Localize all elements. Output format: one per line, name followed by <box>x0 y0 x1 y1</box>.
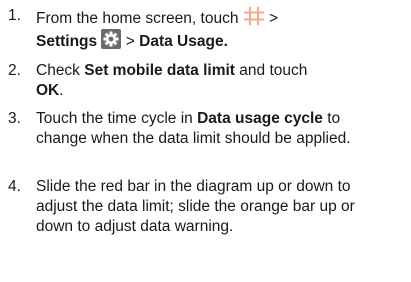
separator: > <box>125 33 135 50</box>
step-text: Touch the time cycle in Data usage cycle… <box>36 109 384 149</box>
step-number: 4. <box>8 178 21 195</box>
apps-grid-icon <box>243 6 265 26</box>
step-number: 3. <box>8 110 21 127</box>
step-number: 2. <box>8 62 21 79</box>
step-1-intro: From the home screen, touch <box>36 10 239 27</box>
step-2-and-touch: and touch <box>239 62 308 79</box>
step-text: Slide the red bar in the diagram up or d… <box>36 178 355 235</box>
data-usage-cycle-label: Data usage cycle <box>197 110 323 127</box>
step-2-check: Check <box>36 62 80 79</box>
settings-gear-icon <box>101 29 122 49</box>
separator: > <box>269 10 279 27</box>
ok-label: OK <box>36 82 60 99</box>
set-limit-label: Set mobile data limit <box>84 62 235 79</box>
step-text: Check Set mobile data limit and touch OK… <box>36 61 384 101</box>
instruction-list: 1. From the home screen, touch > Setting… <box>0 0 411 282</box>
step-3-intro: Touch the time cycle in <box>36 110 193 127</box>
settings-label: Settings <box>36 33 98 50</box>
step-text: From the home screen, touch > Settings >… <box>36 6 384 52</box>
step-number: 1. <box>8 7 21 24</box>
data-usage-label: Data Usage. <box>139 33 228 50</box>
period: . <box>59 82 64 99</box>
